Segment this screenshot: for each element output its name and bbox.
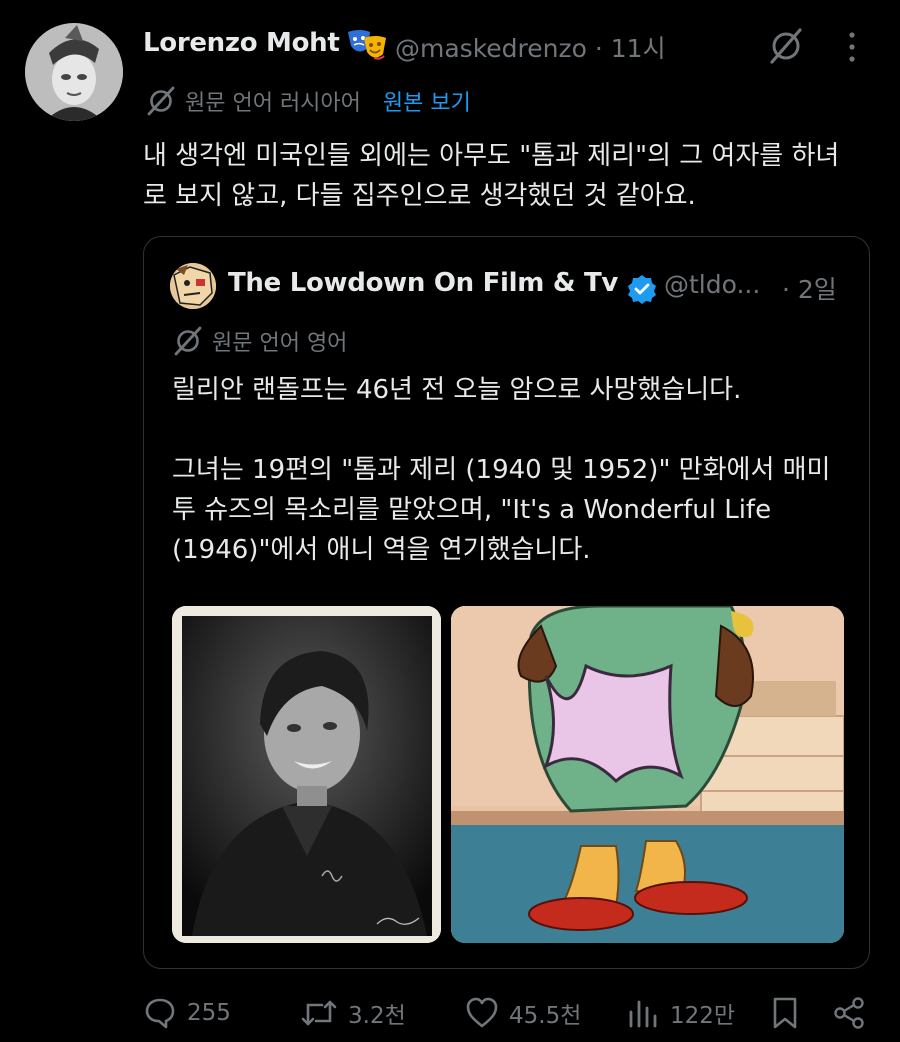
quoted-author-handle[interactable]: @tldo... (664, 270, 760, 299)
repost-button[interactable]: 3.2천 (300, 996, 406, 1030)
author-meta: @maskedrenzo · 11시 (395, 29, 666, 65)
reply-button[interactable]: 255 (143, 996, 231, 1030)
show-original-link[interactable]: 원본 보기 (383, 85, 471, 117)
like-count: 45.5천 (509, 1003, 582, 1029)
bookmark-icon (773, 997, 797, 1029)
author-name[interactable]: Lorenzo Moht (143, 28, 340, 58)
grok-icon[interactable] (766, 26, 806, 70)
translate-icon (174, 326, 202, 356)
bookmark-button[interactable] (770, 996, 800, 1030)
verified-badge-icon (627, 274, 657, 304)
translation-label: 원문 언어 러시아어 (185, 91, 361, 116)
quoted-author-avatar[interactable] (170, 263, 216, 309)
author-handle[interactable]: @maskedrenzo (395, 34, 587, 63)
views-chart-icon (629, 1000, 657, 1028)
post-time[interactable]: · 11시 (595, 34, 666, 63)
heart-icon (466, 997, 498, 1028)
quoted-translation-label: 원문 언어 영어 (212, 331, 348, 356)
quoted-post-text: 릴리안 랜돌프는 46년 전 오늘 암으로 사망했습니다. 그녀는 19편의 "… (172, 375, 831, 565)
more-icon[interactable] (842, 30, 862, 68)
translation-notice: 원문 언어 러시아어 원본 보기 (145, 85, 471, 117)
action-bar: 255 3.2천 45.5천 122만 (0, 996, 900, 1040)
author-avatar[interactable] (25, 23, 123, 121)
translate-icon (147, 86, 175, 116)
post-text: 내 생각엔 미국인들 외에는 아무도 "톰과 제리"의 그 여자를 하녀로 보지… (143, 141, 840, 211)
repost-icon (301, 1000, 337, 1026)
quoted-post-time[interactable]: · 2일 (782, 270, 837, 306)
cartoon-still[interactable] (451, 606, 844, 943)
views-button[interactable]: 122만 (626, 996, 735, 1030)
quoted-translation-notice: 원문 언어 영어 (172, 325, 347, 357)
theater-masks-icon (346, 28, 388, 62)
like-button[interactable]: 45.5천 (465, 996, 581, 1030)
reply-icon (145, 998, 175, 1029)
quoted-author-name[interactable]: The Lowdown On Film & Tv (228, 268, 618, 298)
reply-count: 255 (187, 1000, 231, 1026)
share-button[interactable] (832, 996, 866, 1030)
views-count: 122만 (670, 1003, 736, 1029)
share-icon (834, 997, 864, 1029)
portrait-photo[interactable] (172, 606, 441, 943)
repost-count: 3.2천 (348, 1003, 406, 1029)
